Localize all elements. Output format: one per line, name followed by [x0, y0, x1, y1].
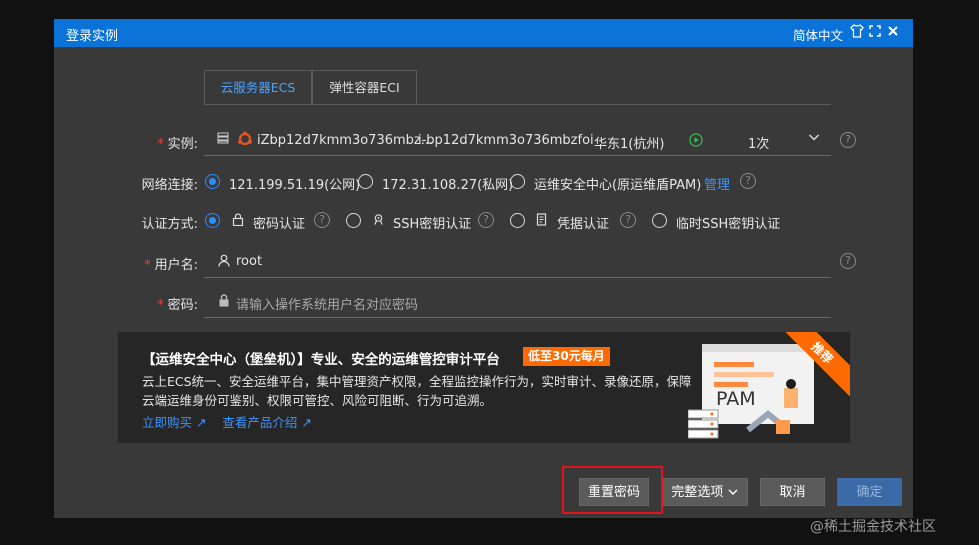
dialog-titlebar: 登录实例 简体中文 — [54, 19, 913, 47]
external-link-icon: ↗ — [301, 415, 312, 430]
auth-temp-ssh-label: 临时SSH密钥认证 — [676, 217, 781, 232]
language-selector[interactable]: 简体中文 — [793, 25, 843, 44]
username-label: * 用户名: — [144, 258, 198, 273]
auth-temp-ssh-radio[interactable] — [652, 213, 667, 228]
network-private-label: 172.31.108.27(私网) — [382, 178, 514, 193]
instance-select-underline[interactable] — [204, 155, 831, 156]
full-options-button[interactable]: 完整选项 — [661, 478, 748, 506]
key-icon — [372, 213, 385, 230]
instance-label: * 实例: — [157, 137, 198, 152]
network-public-radio[interactable] — [205, 174, 220, 189]
external-link-icon: ↗ — [196, 415, 207, 430]
credential-icon — [536, 213, 548, 230]
auth-label: 认证方式: — [141, 217, 198, 232]
confirm-button[interactable]: 确定 — [837, 478, 902, 506]
watermark: @稀土掘金技术社区 — [810, 519, 936, 535]
tab-ecs[interactable]: 云服务器ECS — [204, 70, 312, 105]
ubuntu-icon — [237, 131, 253, 151]
shirt-icon[interactable] — [849, 24, 865, 42]
auth-ssh-radio[interactable] — [346, 213, 361, 228]
auth-password-label: 密码认证 — [253, 217, 306, 232]
network-public-label: 121.199.51.19(公网) — [229, 178, 361, 193]
username-input[interactable]: root — [236, 254, 262, 269]
network-label: 网络连接: — [141, 178, 198, 193]
network-private-radio[interactable] — [358, 174, 373, 189]
banner-links: 立即购买 ↗ 查看产品介绍 ↗ — [142, 412, 312, 431]
auth-credential-help-icon[interactable]: ? — [620, 212, 636, 228]
pam-label: PAM — [716, 388, 756, 410]
password-input[interactable]: 请输入操作系统用户名对应密码 — [236, 294, 418, 313]
lock-icon — [232, 213, 244, 230]
password-lock-icon — [218, 294, 230, 311]
pam-promo-banner: 【运维安全中心（堡垒机）】专业、安全的运维管控审计平台 低至30元每月 云上EC… — [118, 332, 850, 443]
tab-eci[interactable]: 弹性容器ECI — [312, 70, 417, 105]
pam-illustration: PAM — [687, 340, 828, 443]
server-icon — [217, 132, 229, 148]
price-badge: 低至30元每月 — [523, 347, 610, 366]
instance-region: 华东1(杭州) — [594, 137, 665, 152]
auth-credential-radio[interactable] — [510, 213, 525, 228]
network-pam-label: 运维安全中心(原运维盾PAM) — [534, 178, 702, 193]
auth-ssh-label: SSH密钥认证 — [393, 217, 472, 232]
user-icon — [218, 254, 230, 271]
fullscreen-icon[interactable] — [867, 24, 883, 42]
network-help-icon[interactable]: ? — [740, 173, 756, 189]
instance-id: i-bp12d7kmm3o736mbzfoi — [418, 133, 594, 148]
chevron-down-icon — [728, 485, 738, 500]
banner-title: 【运维安全中心（堡垒机）】专业、安全的运维管控审计平台 — [142, 352, 500, 368]
running-status-icon — [689, 133, 703, 151]
cancel-button[interactable]: 取消 — [760, 478, 825, 506]
product-intro-link[interactable]: 查看产品介绍 ↗ — [222, 415, 311, 430]
auth-ssh-help-icon[interactable]: ? — [478, 212, 494, 228]
password-label: * 密码: — [157, 298, 198, 313]
auth-credential-label: 凭据认证 — [557, 217, 610, 232]
auth-password-radio[interactable] — [205, 213, 220, 228]
password-underline — [204, 317, 831, 318]
buy-now-link[interactable]: 立即购买 ↗ — [142, 415, 206, 430]
close-icon[interactable] — [885, 24, 901, 42]
username-underline — [204, 277, 831, 278]
tab-divider — [204, 104, 831, 105]
auth-password-help-icon[interactable]: ? — [314, 212, 330, 228]
login-dialog: 登录实例 简体中文 云服务器ECS 弹性容器ECI * 实例: iZbp12d7k… — [54, 19, 913, 518]
dialog-title: 登录实例 — [66, 29, 119, 44]
instance-dropdown-chevron-icon[interactable] — [808, 131, 820, 147]
username-help-icon[interactable]: ? — [840, 253, 856, 269]
network-pam-radio[interactable] — [510, 174, 525, 189]
instance-name: iZbp12d7kmm3o736mbz... — [257, 133, 434, 148]
login-count: 1次 — [748, 137, 770, 152]
instance-help-icon[interactable]: ? — [840, 132, 856, 148]
highlight-box — [562, 466, 663, 514]
banner-description: 云上ECS统一、安全运维平台，集中管理资产权限，全程监控操作行为，实时审计、录像… — [142, 374, 692, 408]
manage-link[interactable]: 管理 — [704, 174, 730, 193]
